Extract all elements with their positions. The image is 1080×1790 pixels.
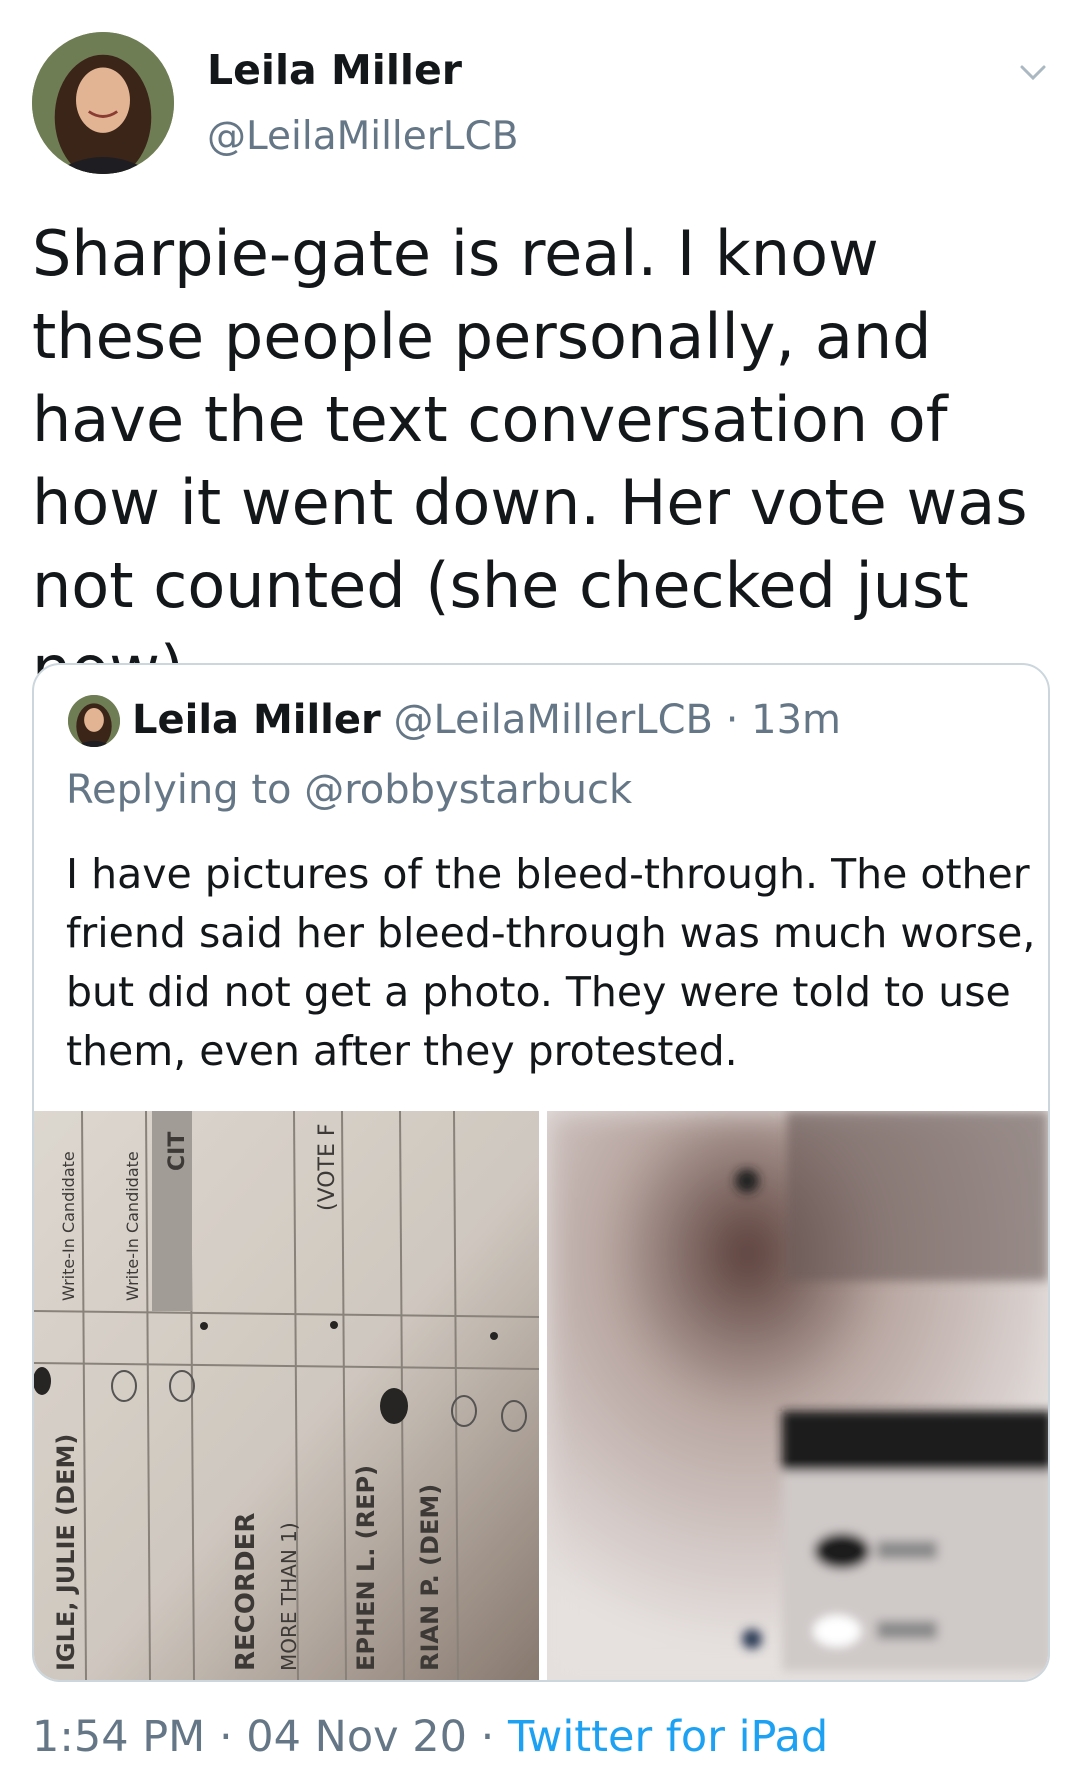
avatar[interactable] — [32, 32, 174, 174]
tweet-source[interactable]: Twitter for iPad — [508, 1712, 828, 1762]
quoted-header: Leila Miller @LeilaMillerLCB · 13m — [132, 697, 841, 743]
tweet-footer: 1:54 PM · 04 Nov 20 · Twitter for iPad — [32, 1712, 828, 1762]
quoted-avatar — [68, 695, 120, 747]
quoted-photos: Write-In Candidate Write-In Candidate CI… — [34, 1111, 1048, 1680]
footer-separator-2: · — [480, 1712, 495, 1762]
replying-to: Replying to @robbystarbuck — [66, 767, 632, 813]
tweet-text: Sharpie-gate is real. I know these peopl… — [32, 217, 1028, 705]
quoted-tweet[interactable]: Leila Miller @LeilaMillerLCB · 13m Reply… — [32, 663, 1050, 1682]
ballot-photo-left[interactable]: Write-In Candidate Write-In Candidate CI… — [34, 1111, 539, 1680]
quoted-author-handle: @LeilaMillerLCB — [393, 697, 713, 743]
quoted-age: 13m — [751, 697, 841, 743]
replying-prefix: Replying to — [66, 767, 292, 813]
author-handle[interactable]: @LeilaMillerLCB — [207, 114, 519, 159]
author-name[interactable]: Leila Miller — [207, 46, 462, 94]
footer-separator-1: · — [218, 1712, 233, 1762]
ballot-photo-right[interactable] — [547, 1111, 1048, 1680]
quoted-separator: · — [725, 697, 739, 743]
replying-mention[interactable]: @robbystarbuck — [304, 767, 632, 813]
quoted-text: I have pictures of the bleed-through. Th… — [66, 850, 1036, 1075]
chevron-down-icon[interactable] — [1018, 58, 1048, 88]
quoted-author-name: Leila Miller — [132, 697, 381, 743]
tweet-date[interactable]: 04 Nov 20 — [246, 1712, 467, 1762]
tweet-time[interactable]: 1:54 PM — [32, 1712, 205, 1762]
